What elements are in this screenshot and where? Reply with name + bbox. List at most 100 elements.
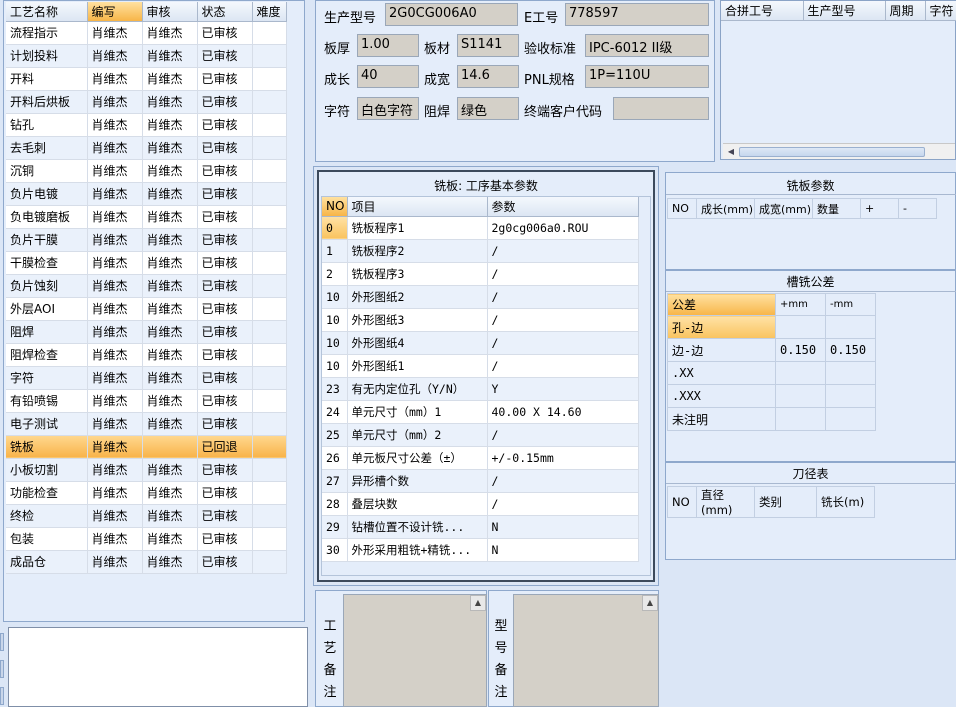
process-cell-name[interactable]: 去毛刺	[6, 136, 88, 160]
process-cell-difficulty[interactable]	[252, 343, 287, 367]
slot-tol-cell-plus[interactable]	[775, 361, 826, 385]
col-header-params-value[interactable]: 参数	[487, 197, 639, 217]
params-cell-value[interactable]: /	[487, 423, 639, 447]
process-cell-reviewer[interactable]: 肖维杰	[142, 182, 198, 206]
process-cell-difficulty[interactable]	[252, 504, 287, 528]
process-cell-status[interactable]: 已审核	[197, 320, 253, 344]
params-cell-no[interactable]: 24	[322, 400, 348, 424]
pnl-field[interactable]: 1P=110U	[585, 65, 709, 88]
process-cell-reviewer[interactable]: 肖维杰	[142, 527, 198, 551]
process-cell-writer[interactable]: 肖维杰	[87, 67, 143, 91]
process-cell-writer[interactable]: 肖维杰	[87, 527, 143, 551]
col-header-mill-width[interactable]: 成宽(mm)	[754, 198, 813, 219]
process-cell-name[interactable]: 功能检查	[6, 481, 88, 505]
process-cell-writer[interactable]: 肖维杰	[87, 343, 143, 367]
params-cell-item[interactable]: 有无内定位孔（Y/N）	[347, 377, 488, 401]
process-cell-difficulty[interactable]	[252, 90, 287, 114]
process-row[interactable]: 包装 肖维杰 肖维杰 已审核	[6, 527, 287, 551]
params-cell-value[interactable]: 40.00 X 14.60	[487, 400, 639, 424]
params-cell-no[interactable]: 10	[322, 331, 348, 355]
process-row[interactable]: 字符 肖维杰 肖维杰 已审核	[6, 366, 287, 390]
slot-tol-row[interactable]: 未注明	[667, 407, 876, 431]
params-row[interactable]: 28 叠层块数 /	[322, 492, 639, 516]
process-cell-writer[interactable]: 肖维杰	[87, 44, 143, 68]
params-cell-no[interactable]: 0	[322, 216, 348, 240]
process-cell-status[interactable]: 已审核	[197, 343, 253, 367]
params-cell-value[interactable]: N	[487, 538, 639, 562]
process-cell-reviewer[interactable]: 肖维杰	[142, 504, 198, 528]
process-row[interactable]: 钻孔 肖维杰 肖维杰 已审核	[6, 113, 287, 137]
process-cell-reviewer[interactable]: 肖维杰	[142, 90, 198, 114]
col-header-params-no[interactable]: NO	[322, 197, 348, 217]
scroll-up-arrow-icon[interactable]: ▲	[470, 595, 486, 611]
params-cell-item[interactable]: 外形图纸4	[347, 331, 488, 355]
col-header-tool-length[interactable]: 铣长(m)	[816, 486, 875, 518]
process-cell-difficulty[interactable]	[252, 527, 287, 551]
process-cell-status[interactable]: 已审核	[197, 389, 253, 413]
process-cell-writer[interactable]: 肖维杰	[87, 297, 143, 321]
e-number-field[interactable]: 778597	[565, 3, 709, 26]
col-header-plus-mm[interactable]: +mm	[775, 293, 826, 316]
col-header-tool-type[interactable]: 类别	[754, 486, 817, 518]
process-cell-name[interactable]: 钻孔	[6, 113, 88, 137]
process-cell-difficulty[interactable]	[252, 228, 287, 252]
process-cell-name[interactable]: 小板切割	[6, 458, 88, 482]
process-cell-difficulty[interactable]	[252, 21, 287, 45]
process-row[interactable]: 铣板 肖维杰 已回退	[6, 435, 287, 459]
slot-tol-cell-plus[interactable]	[775, 315, 826, 339]
process-row[interactable]: 阻焊 肖维杰 肖维杰 已审核	[6, 320, 287, 344]
process-cell-writer[interactable]: 肖维杰	[87, 435, 143, 459]
params-row[interactable]: 10 外形图纸3/	[322, 308, 639, 332]
process-cell-writer[interactable]: 肖维杰	[87, 412, 143, 436]
params-cell-item[interactable]: 铣板程序2	[347, 239, 488, 263]
process-cell-name[interactable]: 干膜检查	[6, 251, 88, 275]
slot-tol-cell-plus[interactable]	[775, 384, 826, 408]
params-cell-value[interactable]: /	[487, 262, 639, 286]
process-row[interactable]: 功能检查 肖维杰 肖维杰 已审核	[6, 481, 287, 505]
process-cell-status[interactable]: 已审核	[197, 481, 253, 505]
slot-tol-cell-minus[interactable]	[825, 407, 876, 431]
params-row[interactable]: 10 外形图纸1/	[322, 354, 639, 378]
process-cell-name[interactable]: 包装	[6, 527, 88, 551]
process-cell-difficulty[interactable]	[252, 113, 287, 137]
model-field[interactable]: 2G0CG006A0	[385, 3, 518, 26]
params-row[interactable]: 1 铣板程序2/	[322, 239, 639, 263]
col-header-mill-no[interactable]: NO	[667, 198, 697, 219]
process-cell-reviewer[interactable]: 肖维杰	[142, 67, 198, 91]
process-row[interactable]: 终检 肖维杰 肖维杰 已审核	[6, 504, 287, 528]
process-cell-writer[interactable]: 肖维杰	[87, 205, 143, 229]
process-row[interactable]: 沉铜 肖维杰 肖维杰 已审核	[6, 159, 287, 183]
process-cell-status[interactable]: 已审核	[197, 113, 253, 137]
process-cell-name[interactable]: 铣板	[6, 435, 88, 459]
process-cell-difficulty[interactable]	[252, 550, 287, 574]
params-cell-no[interactable]: 23	[322, 377, 348, 401]
process-cell-writer[interactable]: 肖维杰	[87, 320, 143, 344]
process-cell-reviewer[interactable]: 肖维杰	[142, 21, 198, 45]
params-row[interactable]: 10 外形图纸4/	[322, 331, 639, 355]
process-cell-status[interactable]: 已审核	[197, 67, 253, 91]
process-notes-textarea[interactable]: ▲	[343, 594, 487, 707]
col-header-combine-model[interactable]: 生产型号	[803, 1, 886, 21]
slot-tol-cell-minus[interactable]	[825, 384, 876, 408]
process-row[interactable]: 去毛刺 肖维杰 肖维杰 已审核	[6, 136, 287, 160]
process-cell-name[interactable]: 沉铜	[6, 159, 88, 183]
process-cell-difficulty[interactable]	[252, 297, 287, 321]
process-cell-status[interactable]: 已审核	[197, 412, 253, 436]
slot-tol-row[interactable]: .XXX	[667, 384, 876, 408]
process-cell-status[interactable]: 已审核	[197, 527, 253, 551]
process-cell-status[interactable]: 已回退	[197, 435, 253, 459]
col-header-mill-plus[interactable]: +	[860, 198, 899, 219]
params-cell-value[interactable]: N	[487, 515, 639, 539]
params-cell-no[interactable]: 2	[322, 262, 348, 286]
col-header-minus-mm[interactable]: -mm	[825, 293, 876, 316]
process-cell-reviewer[interactable]: 肖维杰	[142, 343, 198, 367]
process-cell-writer[interactable]: 肖维杰	[87, 274, 143, 298]
process-cell-difficulty[interactable]	[252, 205, 287, 229]
col-header-process-name[interactable]: 工艺名称	[6, 2, 88, 22]
params-cell-no[interactable]: 10	[322, 285, 348, 309]
process-cell-writer[interactable]: 肖维杰	[87, 136, 143, 160]
col-header-status[interactable]: 状态	[197, 2, 253, 22]
process-row[interactable]: 外层AOI 肖维杰 肖维杰 已审核	[6, 297, 287, 321]
process-row[interactable]: 流程指示 肖维杰 肖维杰 已审核	[6, 21, 287, 45]
process-row[interactable]: 负片蚀刻 肖维杰 肖维杰 已审核	[6, 274, 287, 298]
